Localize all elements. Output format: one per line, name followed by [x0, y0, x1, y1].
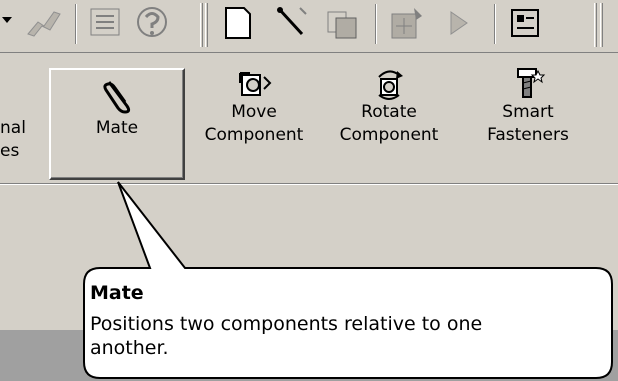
tooltip-description: Positions two components relative to one…	[90, 313, 483, 359]
tooltip-title: Mate	[90, 282, 144, 304]
